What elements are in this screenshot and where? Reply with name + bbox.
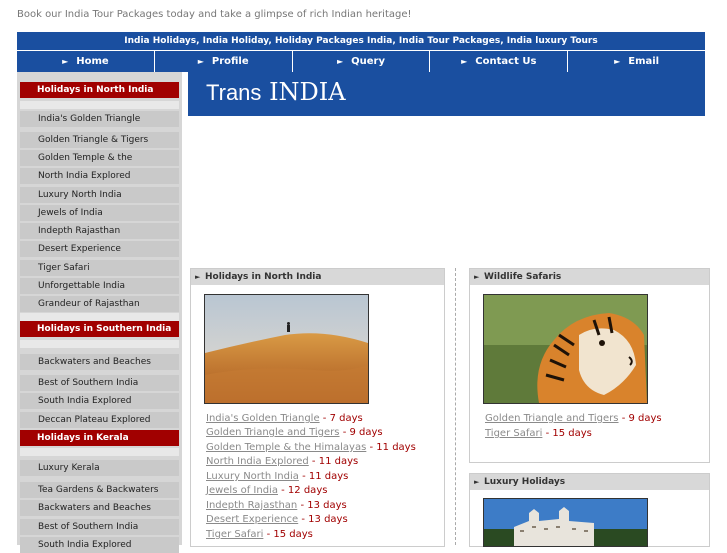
desert-photo[interactable] — [204, 294, 369, 404]
tour-name[interactable]: Golden Triangle and Tigers — [485, 413, 619, 424]
tiger-photo[interactable] — [483, 294, 648, 404]
tour-link[interactable]: Tiger Safari - 15 days — [206, 529, 313, 540]
sidebar-head-north[interactable]: Holidays in North India — [20, 82, 179, 98]
sidebar-item[interactable]: Backwaters and Beaches — [20, 500, 179, 516]
north-india-panel: ► Holidays in North India India's Golden … — [190, 268, 445, 547]
tour-link[interactable]: Luxury North India - 11 days — [206, 471, 348, 482]
divider — [20, 448, 179, 456]
tour-name[interactable]: Tiger Safari — [485, 428, 542, 439]
tour-days: - 7 days — [319, 413, 363, 424]
sidebar-item[interactable]: Golden Triangle & Tigers — [20, 132, 179, 148]
tour-days: - 15 days — [542, 428, 592, 439]
tour-name[interactable]: Desert Experience — [206, 514, 298, 525]
tour-link[interactable]: Tiger Safari - 15 days — [485, 428, 592, 439]
logo-main: INDIA — [269, 78, 346, 106]
nav-profile[interactable]: ► Profile — [155, 51, 293, 72]
banner-links[interactable]: India Holidays, India Holiday, Holiday P… — [17, 32, 705, 50]
nav-email[interactable]: ► Email — [568, 51, 705, 72]
sidebar-item[interactable]: South India Explored — [20, 537, 179, 553]
arrow-right-icon: ► — [614, 57, 621, 66]
tour-days: - 15 days — [263, 529, 313, 540]
divider — [20, 101, 179, 109]
tour-days: - 11 days — [308, 456, 359, 467]
tour-name[interactable]: Indepth Rajasthan — [206, 500, 297, 511]
arrow-right-icon: ► — [461, 57, 468, 66]
sidebar-item[interactable]: Backwaters and Beaches — [20, 354, 179, 370]
tour-link[interactable]: Golden Temple & the Himalayas - 11 days — [206, 442, 416, 453]
nav-home[interactable]: ► Home — [17, 51, 155, 72]
nav-label: Query — [351, 56, 385, 67]
arrow-right-icon: ► — [474, 478, 480, 486]
tour-link[interactable]: North India Explored - 11 days — [206, 456, 358, 467]
sidebar-item[interactable]: Grandeur of Rajasthan — [20, 296, 179, 312]
arrow-right-icon: ► — [197, 57, 204, 66]
tour-name[interactable]: North India Explored — [206, 456, 309, 467]
sidebar-item[interactable]: Best of Southern India — [20, 519, 179, 535]
panel-header: ► Wildlife Safaris — [470, 269, 709, 285]
tour-link[interactable]: Desert Experience - 13 days — [206, 514, 348, 525]
panel-title: Luxury Holidays — [484, 477, 566, 487]
tour-days: - 13 days — [297, 500, 347, 511]
tour-name[interactable]: Jewels of India — [206, 485, 278, 496]
divider — [455, 268, 456, 545]
tour-link[interactable]: Jewels of India - 12 days — [206, 485, 327, 496]
nav-label: Home — [76, 56, 109, 67]
divider — [20, 313, 179, 321]
nav-query[interactable]: ► Query — [293, 51, 431, 72]
arrow-right-icon: ► — [474, 273, 480, 281]
sidebar-item[interactable]: South India Explored — [20, 393, 179, 409]
tour-link[interactable]: India's Golden Triangle - 7 days — [206, 413, 363, 424]
sidebar-item[interactable]: Golden Temple & the Himalayas — [20, 150, 179, 179]
sidebar-item[interactable]: Indepth Rajasthan — [20, 223, 179, 239]
arrow-right-icon: ► — [62, 57, 69, 66]
sidebar-item[interactable]: Best of Southern India — [20, 375, 179, 391]
sidebar-head-south[interactable]: Holidays in Southern India — [20, 321, 179, 337]
tour-days: - 11 days — [298, 471, 349, 482]
tour-name[interactable]: India's Golden Triangle — [206, 413, 320, 424]
sidebar-head-kerala[interactable]: Holidays in Kerala — [20, 430, 179, 446]
panel-title: Holidays in North India — [205, 272, 322, 282]
sidebar-item[interactable]: Luxury Kerala — [20, 460, 179, 476]
tour-days: - 9 days — [618, 413, 662, 424]
sidebar-item[interactable]: Desert Experience — [20, 241, 179, 257]
tour-link[interactable]: Golden Triangle and Tigers - 9 days — [206, 427, 383, 438]
luxury-panel: ► Luxury Holidays — [469, 473, 710, 547]
sidebar-item[interactable]: Tiger Safari — [20, 260, 179, 276]
nav-label: Profile — [211, 56, 249, 67]
sidebar-item[interactable]: Luxury North India — [20, 187, 179, 203]
arrow-right-icon: ► — [195, 273, 201, 281]
panel-header: ► Luxury Holidays — [470, 474, 709, 490]
sidebar-item[interactable]: Tea Gardens & Backwaters — [20, 482, 179, 498]
tagline: Book our India Tour Packages today and t… — [17, 9, 412, 20]
tour-days: - 13 days — [298, 514, 348, 525]
tour-name[interactable]: Tiger Safari — [206, 529, 263, 540]
tour-days: - 9 days — [339, 427, 383, 438]
nav-label: Contact Us — [475, 56, 537, 67]
tour-name[interactable]: Golden Temple & the Himalayas — [206, 442, 366, 453]
sidebar-item[interactable]: Jewels of India — [20, 205, 179, 221]
logo-banner: Trans INDIA — [188, 72, 705, 116]
tour-link[interactable]: Indepth Rajasthan - 13 days — [206, 500, 347, 511]
tour-link[interactable]: Golden Triangle and Tigers - 9 days — [485, 413, 662, 424]
sidebar-item[interactable]: India's Golden Triangle — [20, 111, 179, 127]
sidebar: Holidays in North India India's Golden T… — [17, 72, 182, 553]
panel-header: ► Holidays in North India — [191, 269, 444, 285]
sidebar-item[interactable]: Deccan Plateau Explored — [20, 412, 179, 428]
wildlife-panel: ► Wildlife Safaris Golden Triangle and Ti… — [469, 268, 710, 463]
tour-days: - 12 days — [277, 485, 328, 496]
tour-days: - 11 days — [366, 442, 416, 453]
tour-name[interactable]: Golden Triangle and Tigers — [206, 427, 340, 438]
main-nav: ► Home ► Profile ► Query ► Contact Us ► Email — [17, 51, 705, 72]
logo-prefix: Trans — [206, 80, 262, 105]
palace-photo[interactable] — [483, 498, 648, 547]
panel-title: Wildlife Safaris — [484, 272, 562, 282]
logo: Trans INDIA — [206, 78, 346, 106]
divider — [20, 340, 179, 348]
sidebar-item[interactable]: Unforgettable India — [20, 278, 179, 294]
tour-name[interactable]: Luxury North India — [206, 471, 299, 482]
nav-label: Email — [628, 56, 660, 67]
sidebar-item[interactable]: North India Explored — [20, 168, 179, 184]
arrow-right-icon: ► — [336, 57, 344, 66]
nav-contact[interactable]: ► Contact Us — [430, 51, 569, 72]
